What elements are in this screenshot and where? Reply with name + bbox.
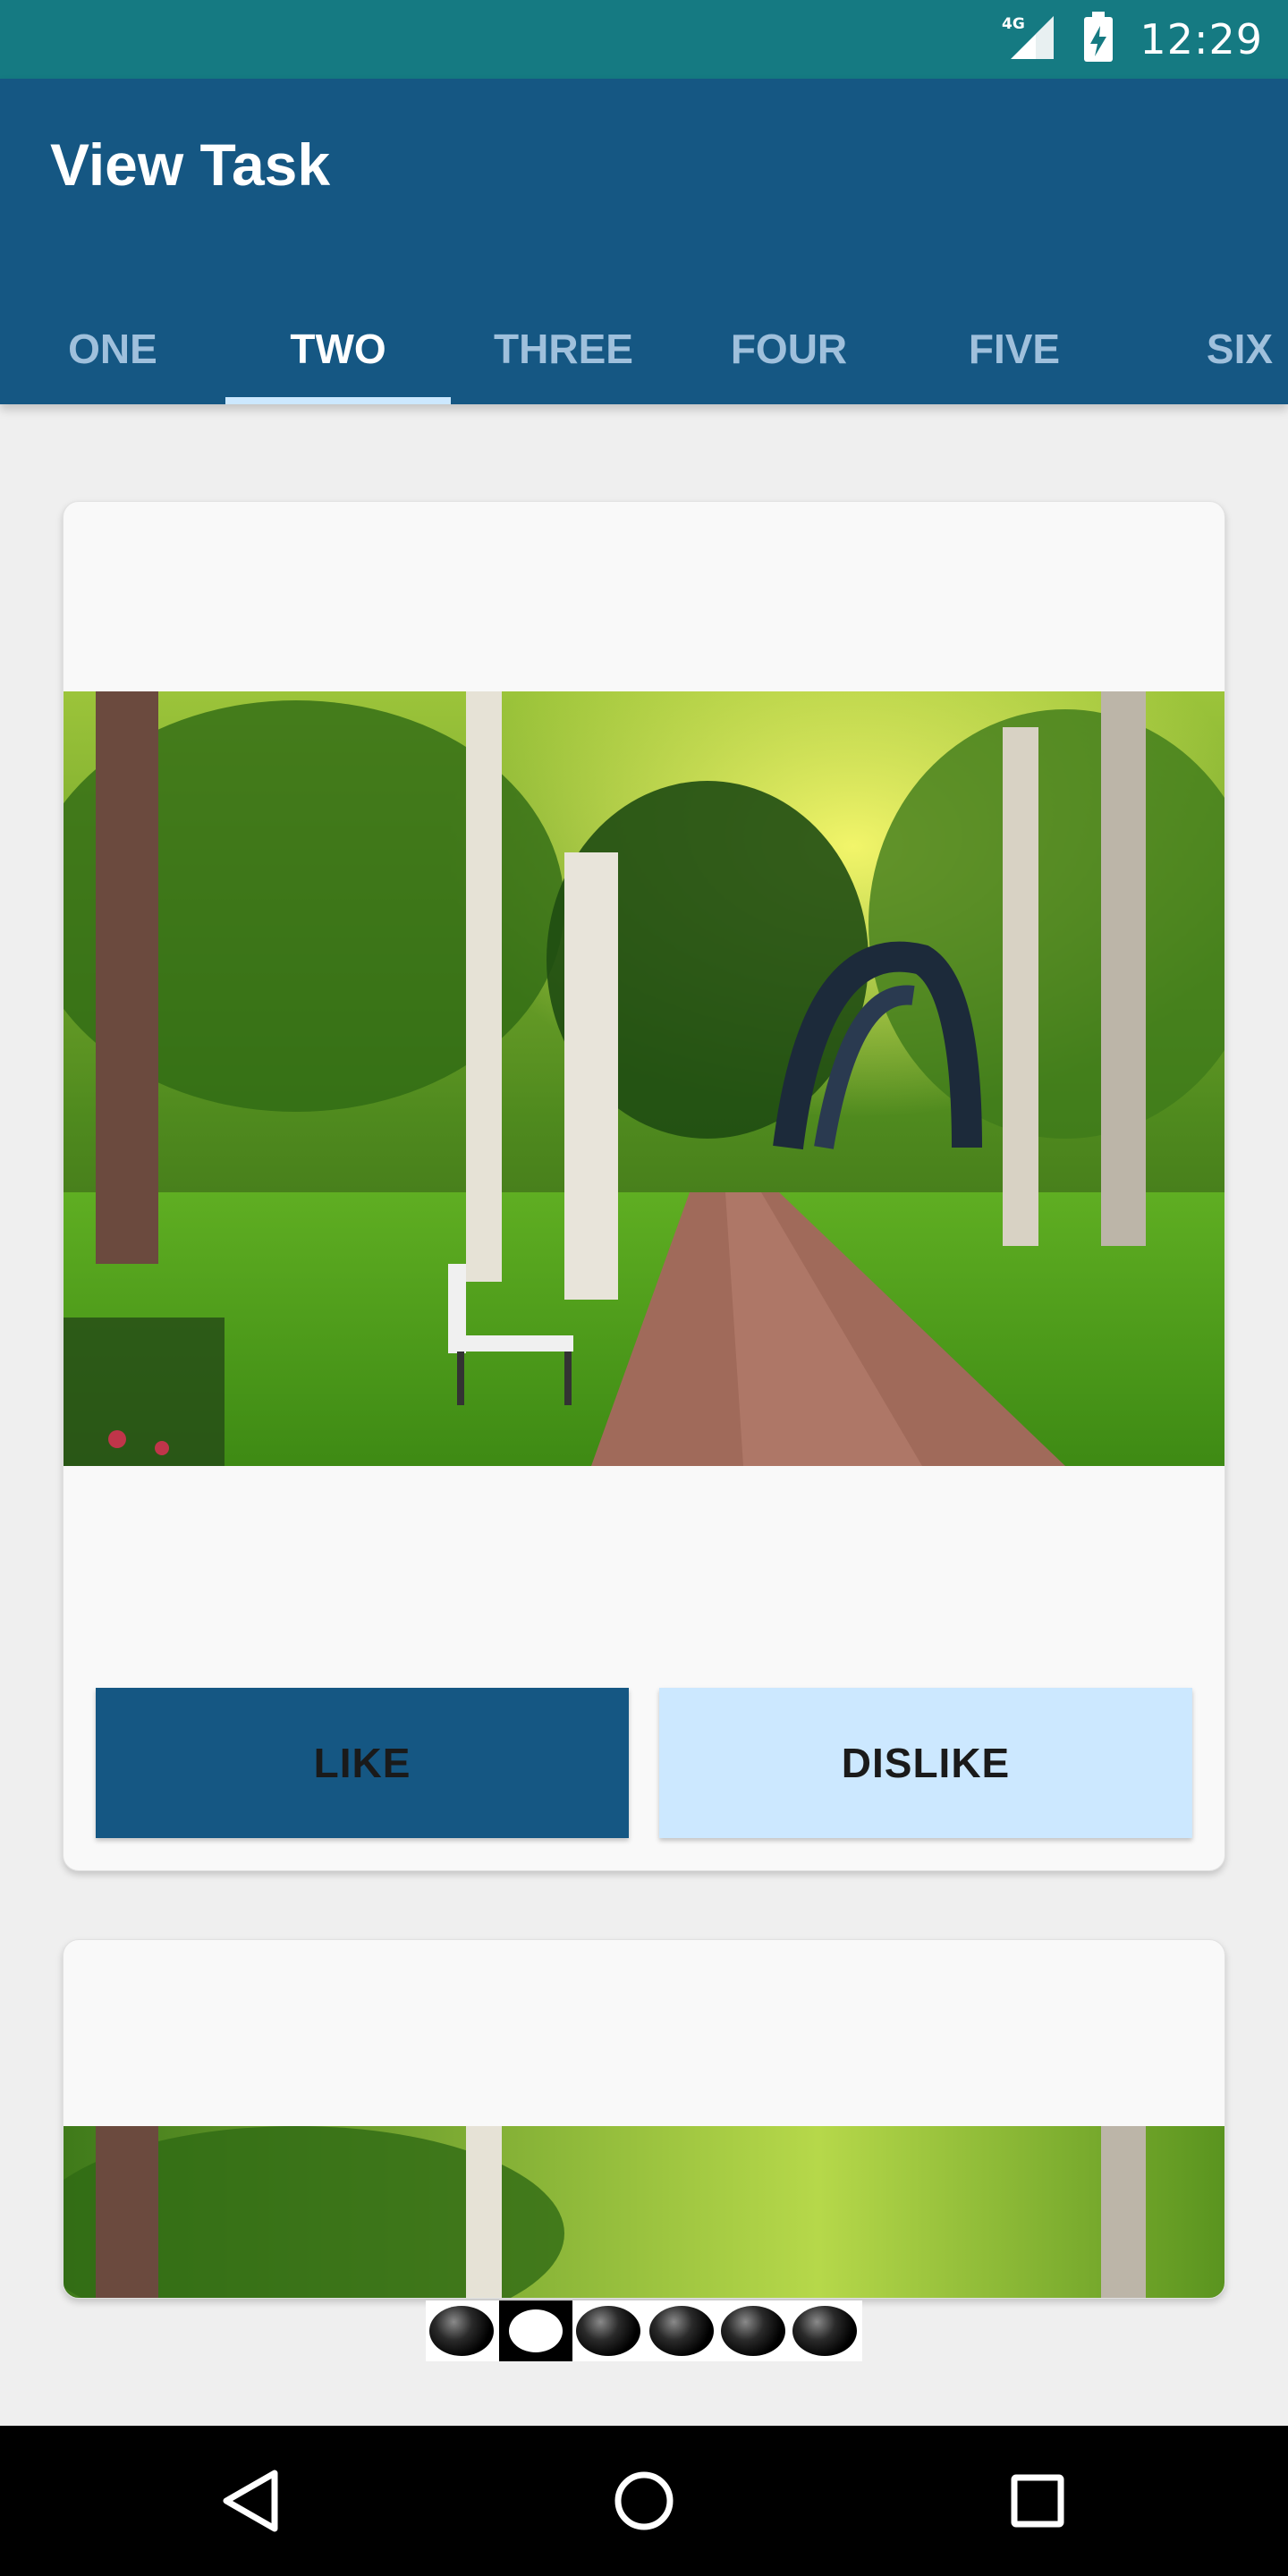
tab-two[interactable]: TWO (225, 293, 451, 404)
home-icon (614, 2471, 674, 2530)
page-dot[interactable] (429, 2306, 494, 2356)
recents-icon (1011, 2474, 1064, 2528)
clock-time: 12:29 (1140, 15, 1263, 64)
page-dot[interactable] (649, 2306, 714, 2356)
network-type-label: 4G (1002, 15, 1025, 33)
page-title: View Task (50, 131, 331, 198)
tab-six[interactable]: SIX (1127, 293, 1288, 404)
page-dot[interactable] (721, 2306, 785, 2356)
like-button[interactable]: LIKE (96, 1688, 629, 1838)
task-card: LIKE DISLIKE (63, 501, 1225, 1871)
park-path-with-bench-image (64, 2126, 1224, 2298)
active-tab-indicator (225, 397, 451, 404)
page-dot[interactable] (792, 2306, 857, 2356)
page-indicator (426, 2301, 862, 2361)
active-page-dot[interactable] (509, 2309, 563, 2352)
recents-button[interactable] (948, 2426, 1127, 2576)
dislike-button[interactable]: DISLIKE (659, 1688, 1192, 1838)
navigation-bar (0, 2426, 1288, 2576)
tab-three[interactable]: THREE (451, 293, 676, 404)
status-icons: 4G 12:29 (1000, 0, 1263, 79)
tab-four[interactable]: FOUR (676, 293, 902, 404)
park-path-with-bench-image (64, 691, 1224, 1466)
task-card (63, 1939, 1225, 2299)
tab-one[interactable]: ONE (0, 293, 225, 404)
home-button[interactable] (555, 2426, 733, 2576)
status-bar: 4G 12:29 (0, 0, 1288, 79)
tab-five[interactable]: FIVE (902, 293, 1127, 404)
tab-bar: ONE TWO THREE FOUR FIVE SIX (0, 293, 1288, 404)
back-icon (223, 2470, 278, 2532)
app-bar: View Task ONE TWO THREE FOUR FIVE SIX (0, 79, 1288, 404)
signal-4g-icon: 4G (1000, 13, 1057, 67)
page-dot[interactable] (576, 2306, 640, 2356)
back-button[interactable] (161, 2426, 340, 2576)
battery-charging-icon (1082, 11, 1114, 68)
